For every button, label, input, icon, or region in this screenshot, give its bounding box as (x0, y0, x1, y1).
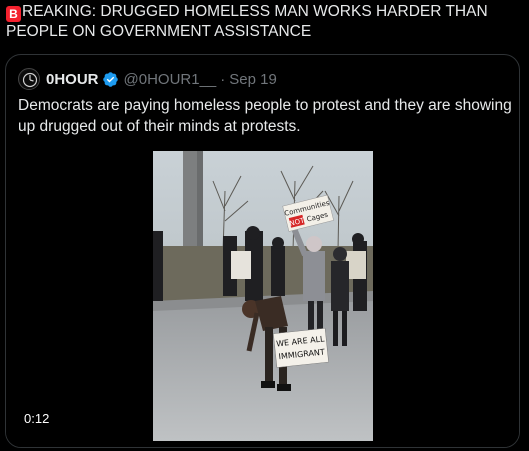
avatar[interactable] (18, 68, 40, 90)
post-date[interactable]: Sep 19 (229, 71, 277, 88)
post-body-text: REAKING: DRUGGED HOMELESS MAN WORKS HARD… (6, 3, 488, 40)
b-letter-badge-icon: B (6, 6, 21, 22)
author-handle[interactable]: @0HOUR1__ (124, 71, 217, 88)
author-name[interactable]: 0HOUR (46, 71, 99, 88)
quoted-post-header: 0HOUR @0HOUR1__ · Sep 19 (18, 67, 277, 91)
verified-badge-icon (102, 71, 118, 87)
video-thumbnail[interactable]: Communities NOT Cages WE ARE ALL IMMIGRA… (153, 151, 373, 441)
post-text: B REAKING: DRUGGED HOMELESS MAN WORKS HAR… (6, 2, 524, 42)
separator-dot: · (220, 70, 226, 88)
quoted-post-text: Democrats are paying homeless people to … (18, 97, 512, 135)
quoted-post-card[interactable]: 0HOUR @0HOUR1__ · Sep 19 Democrats are p… (5, 54, 520, 448)
video-duration: 0:12 (18, 409, 56, 428)
video-player[interactable]: Communities NOT Cages WE ARE ALL IMMIGRA… (6, 151, 519, 447)
